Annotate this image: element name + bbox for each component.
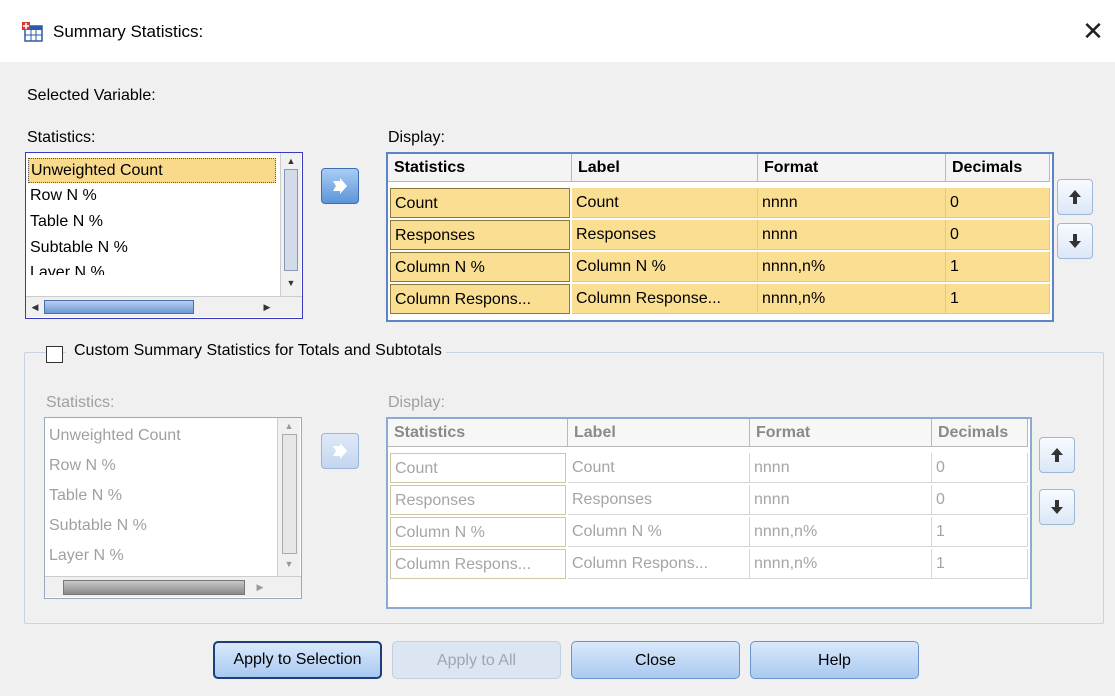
arrow-down-icon: [1069, 234, 1081, 248]
table-cell[interactable]: 1: [946, 284, 1050, 314]
table-cell[interactable]: Column Respons...: [390, 284, 570, 314]
scroll-thumb: [63, 580, 245, 595]
table-cell: 0: [932, 485, 1028, 515]
table-cell[interactable]: Column Response...: [572, 284, 758, 314]
scroll-down-icon[interactable]: ▼: [284, 277, 298, 289]
move-up-button[interactable]: [1057, 179, 1093, 215]
window-title: Summary Statistics:: [53, 22, 204, 41]
table-cell: Column N %: [390, 517, 566, 547]
scroll-right-icon: ▶: [256, 582, 264, 592]
list-item: Subtable N %: [49, 517, 147, 534]
column-header[interactable]: Format: [758, 154, 946, 182]
scroll-thumb: [282, 434, 297, 554]
table-cell[interactable]: Column N %: [572, 252, 758, 282]
close-button[interactable]: Close: [571, 641, 740, 679]
table-cell[interactable]: Responses: [572, 220, 758, 250]
table-cell: 0: [932, 453, 1028, 483]
table-cell[interactable]: 0: [946, 220, 1050, 250]
column-header[interactable]: Label: [572, 154, 758, 182]
table-cell[interactable]: Responses: [390, 220, 570, 250]
list-item[interactable]: Table N %: [30, 210, 276, 234]
table-cell[interactable]: 0: [946, 188, 1050, 218]
table-cell: Responses: [390, 485, 566, 515]
table-cell: nnnn: [750, 485, 932, 515]
list-item: Row N %: [49, 457, 116, 474]
close-window-button[interactable]: ✕: [1077, 14, 1109, 48]
scroll-thumb[interactable]: [284, 169, 298, 271]
apply-to-all-button[interactable]: Apply to All: [392, 641, 561, 679]
table-cell: Column Respons...: [568, 549, 750, 579]
list-item[interactable]: Unweighted Count: [28, 158, 276, 183]
column-header: Format: [750, 419, 932, 447]
custom-display-table: Statistics Label Format Decimals Count C…: [386, 417, 1032, 609]
statistics-listbox[interactable]: Unweighted Count Row N % Table N % Subta…: [25, 152, 303, 319]
table-cell[interactable]: nnnn: [758, 220, 946, 250]
column-header[interactable]: Statistics: [388, 154, 572, 182]
scroll-thumb[interactable]: [44, 300, 194, 314]
custom-statistics-listbox: Unweighted Count Row N % Table N % Subta…: [44, 417, 302, 599]
table-cell[interactable]: Count: [390, 188, 570, 218]
table-cell: Column N %: [568, 517, 750, 547]
column-header: Decimals: [932, 419, 1028, 447]
list-item: Unweighted Count: [49, 427, 181, 444]
column-header: Label: [568, 419, 750, 447]
vertical-scrollbar: ▲ ▼: [277, 418, 300, 576]
custom-summary-checkbox[interactable]: [46, 346, 63, 363]
scroll-left-icon[interactable]: ◀: [28, 301, 42, 313]
scroll-right-icon[interactable]: ▶: [260, 301, 274, 313]
custom-move-down-button: [1039, 489, 1075, 525]
arrow-up-icon: [1051, 448, 1063, 462]
arrow-right-icon: [333, 443, 347, 459]
table-cell[interactable]: nnnn,n%: [758, 284, 946, 314]
move-down-button[interactable]: [1057, 223, 1093, 259]
list-item: Layer N %: [49, 547, 124, 564]
table-cell[interactable]: Count: [572, 188, 758, 218]
list-item[interactable]: Row N %: [30, 184, 276, 208]
display-label: Display:: [388, 129, 445, 146]
list-item[interactable]: Layer N %: [30, 261, 276, 275]
list-item[interactable]: Subtable N %: [30, 236, 276, 260]
arrow-up-icon: [1069, 190, 1081, 204]
table-cell: Column Respons...: [390, 549, 566, 579]
apply-to-selection-button[interactable]: Apply to Selection: [213, 641, 382, 679]
column-header[interactable]: Decimals: [946, 154, 1050, 182]
custom-display-label: Display:: [388, 394, 445, 411]
title-bar: Summary Statistics: ✕: [0, 0, 1115, 62]
table-cell[interactable]: 1: [946, 252, 1050, 282]
table-cell: Responses: [568, 485, 750, 515]
horizontal-scrollbar: ▶: [45, 576, 301, 597]
table-cell[interactable]: nnnn: [758, 188, 946, 218]
custom-move-to-display-button: [321, 433, 359, 469]
table-cell: Count: [390, 453, 566, 483]
table-cell: nnnn,n%: [750, 549, 932, 579]
table-cell: nnnn,n%: [750, 517, 932, 547]
display-table[interactable]: Statistics Label Format Decimals Count C…: [386, 152, 1054, 322]
custom-move-up-button: [1039, 437, 1075, 473]
horizontal-scrollbar[interactable]: ◀ ▶: [26, 296, 302, 317]
scroll-up-icon: ▲: [284, 421, 294, 431]
help-button[interactable]: Help: [750, 641, 919, 679]
table-icon: [22, 22, 43, 42]
statistics-label: Statistics:: [27, 129, 96, 146]
table-cell: 1: [932, 549, 1028, 579]
scroll-down-icon: ▼: [284, 559, 294, 569]
scroll-up-icon[interactable]: ▲: [284, 155, 298, 167]
custom-statistics-label: Statistics:: [46, 394, 115, 411]
custom-summary-checkbox-label[interactable]: Custom Summary Statistics for Totals and…: [66, 342, 446, 360]
table-cell: nnnn: [750, 453, 932, 483]
arrow-down-icon: [1051, 500, 1063, 514]
table-cell[interactable]: nnnn,n%: [758, 252, 946, 282]
column-header: Statistics: [388, 419, 568, 447]
move-to-display-button[interactable]: [321, 168, 359, 204]
vertical-scrollbar[interactable]: ▲ ▼: [280, 153, 301, 296]
selected-variable-label: Selected Variable:: [27, 87, 156, 104]
table-cell: 1: [932, 517, 1028, 547]
table-cell: Count: [568, 453, 750, 483]
table-cell[interactable]: Column N %: [390, 252, 570, 282]
arrow-right-icon: [333, 178, 347, 194]
list-item: Table N %: [49, 487, 122, 504]
